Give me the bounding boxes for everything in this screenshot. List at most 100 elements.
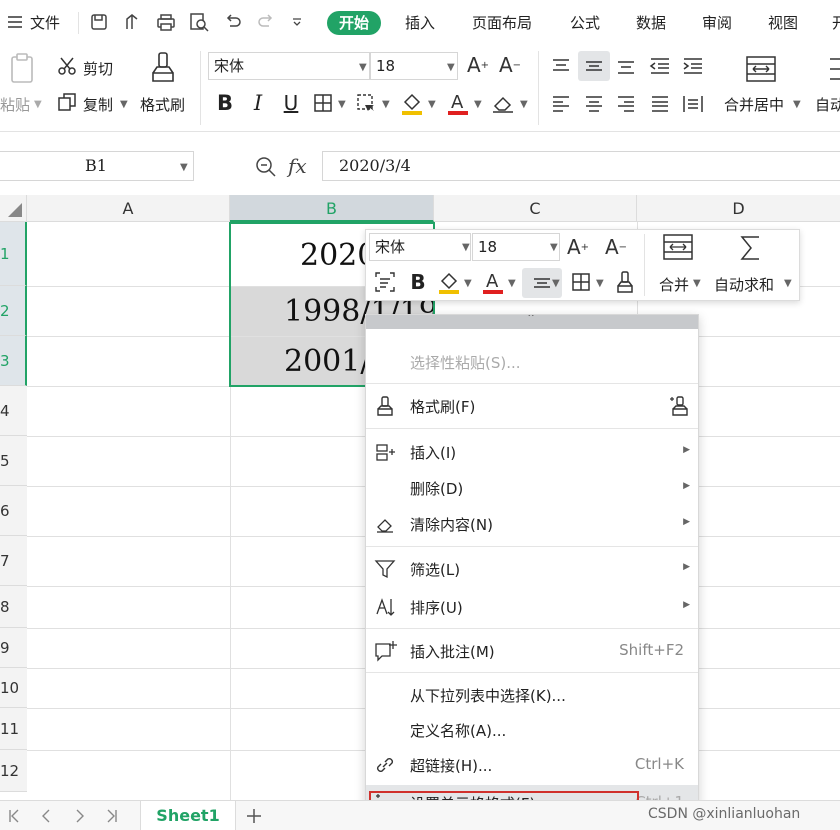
column-header-c[interactable]: C xyxy=(434,195,637,222)
row-header-7[interactable]: 7 xyxy=(0,536,27,586)
menu-item-delete[interactable]: 删除(D) ▶ xyxy=(366,471,698,505)
align-right-icon[interactable] xyxy=(613,91,639,117)
mini-increase-font-icon[interactable]: A + xyxy=(566,233,590,261)
row-header-3[interactable]: 3 xyxy=(0,336,27,386)
hamburger-icon[interactable] xyxy=(6,13,24,31)
menu-file[interactable]: 文件 xyxy=(30,11,60,35)
first-sheet-icon[interactable] xyxy=(6,807,22,825)
select-all-corner[interactable] xyxy=(0,195,27,222)
align-center-icon[interactable] xyxy=(581,91,607,117)
font-size-select[interactable]: 18 xyxy=(370,52,458,80)
align-middle-icon[interactable] xyxy=(578,51,610,81)
menu-item-define-name[interactable]: 定义名称(A)... xyxy=(366,713,698,747)
last-sheet-icon[interactable] xyxy=(104,807,120,825)
menu-item-paste-special[interactable]: 选择性粘贴(S)... xyxy=(366,345,698,379)
tab-data[interactable]: 数据 xyxy=(636,11,666,35)
special-format-icon[interactable] xyxy=(355,91,379,115)
column-header-b[interactable]: B xyxy=(230,195,434,222)
font-color-icon[interactable]: A xyxy=(445,89,471,117)
copy-button[interactable]: 复制 xyxy=(83,94,113,115)
row-header-12[interactable]: 12 xyxy=(0,750,27,792)
quick-access-dropdown-icon[interactable] xyxy=(289,14,305,30)
clear-format-icon[interactable] xyxy=(490,89,516,117)
tab-insert[interactable]: 插入 xyxy=(405,11,435,35)
mini-autosum-icon[interactable] xyxy=(736,233,766,263)
tab-more[interactable]: 开 xyxy=(832,11,840,35)
format-painter-button[interactable]: 格式刷 xyxy=(140,94,185,115)
tab-view[interactable]: 视图 xyxy=(768,11,798,35)
row-header-6[interactable]: 6 xyxy=(0,486,27,536)
underline-icon[interactable]: U xyxy=(280,90,302,116)
mini-format-painter-icon[interactable] xyxy=(613,268,637,296)
column-header-d[interactable]: D xyxy=(637,195,840,222)
merge-center-icon[interactable] xyxy=(743,53,779,85)
row-header-11[interactable]: 11 xyxy=(0,708,27,750)
merge-center-button[interactable]: 合并居中 xyxy=(724,94,784,115)
row-header-10[interactable]: 10 xyxy=(0,668,27,708)
mini-font-size-select[interactable]: 18 xyxy=(472,233,560,261)
menu-item-insert[interactable]: 插入(I) ▶ xyxy=(366,435,698,469)
row-header-1[interactable]: 1 xyxy=(0,222,27,286)
prev-sheet-icon[interactable] xyxy=(38,807,54,825)
mini-merge-icon[interactable] xyxy=(661,233,695,261)
scissors-icon[interactable] xyxy=(56,55,78,77)
paste-icon[interactable] xyxy=(5,51,41,85)
next-sheet-icon[interactable] xyxy=(72,807,88,825)
mini-border-icon[interactable] xyxy=(568,269,594,295)
align-top-icon[interactable] xyxy=(548,53,574,79)
menu-item-hyperlink[interactable]: 超链接(H)... Ctrl+K xyxy=(366,748,698,782)
align-bottom-icon[interactable] xyxy=(613,53,639,79)
add-sheet-icon[interactable] xyxy=(244,806,264,826)
mini-font-color-icon[interactable]: A xyxy=(480,268,506,296)
context-menu-scroll-up[interactable]: ⌃ xyxy=(366,315,698,329)
row-header-8[interactable]: 8 xyxy=(0,586,27,628)
redo-icon[interactable] xyxy=(255,11,277,33)
bold-icon[interactable]: B xyxy=(214,90,236,116)
increase-font-icon[interactable]: A + xyxy=(466,52,490,78)
tab-formulas[interactable]: 公式 xyxy=(570,11,600,35)
format-painter-icon[interactable] xyxy=(148,50,178,84)
print-icon[interactable] xyxy=(155,11,177,33)
copy-icon[interactable] xyxy=(56,91,78,113)
save-icon[interactable] xyxy=(88,11,110,33)
mini-wrap-icon[interactable] xyxy=(370,268,400,296)
mini-bold-icon[interactable]: B xyxy=(406,268,430,296)
row-header-5[interactable]: 5 xyxy=(0,436,27,486)
column-header-a[interactable]: A xyxy=(27,195,230,222)
increase-indent-icon[interactable] xyxy=(680,53,706,79)
format-painter-sticky-icon[interactable] xyxy=(668,395,692,417)
font-name-select[interactable]: 宋体 xyxy=(208,52,370,80)
fill-color-icon[interactable] xyxy=(399,89,425,117)
decrease-indent-icon[interactable] xyxy=(647,53,673,79)
mini-decrease-font-icon[interactable]: A − xyxy=(604,233,628,261)
undo-icon[interactable] xyxy=(222,11,244,33)
export-icon[interactable] xyxy=(121,11,143,33)
mini-merge-button[interactable]: 合并 xyxy=(659,274,689,295)
tab-review[interactable]: 审阅 xyxy=(702,11,732,35)
paste-button[interactable]: 粘贴 xyxy=(0,94,30,115)
italic-icon[interactable]: I xyxy=(247,90,269,116)
distributed-align-icon[interactable] xyxy=(680,91,706,117)
mini-fill-color-icon[interactable] xyxy=(436,268,462,296)
mini-font-name-select[interactable]: 宋体 xyxy=(369,233,471,261)
menu-item-insert-comment[interactable]: 插入批注(M) Shift+F2 xyxy=(366,634,698,668)
zoom-icon[interactable] xyxy=(254,155,278,179)
row-header-4[interactable]: 4 xyxy=(0,386,27,436)
fx-label[interactable]: fx xyxy=(288,154,307,178)
menu-item-sort[interactable]: 排序(U) ▶ xyxy=(366,590,698,624)
tab-home[interactable]: 开始 xyxy=(327,11,382,35)
sheet-tab-sheet1[interactable]: Sheet1 xyxy=(140,801,236,830)
menu-item-clear-contents[interactable]: 清除内容(N) ▶ xyxy=(366,507,698,541)
name-box[interactable]: B1 xyxy=(0,151,194,181)
border-icon[interactable] xyxy=(311,91,335,115)
row-header-9[interactable]: 9 xyxy=(0,628,27,668)
wrap-text-icon[interactable] xyxy=(826,53,840,85)
auto-wrap-button[interactable]: 自动 xyxy=(815,94,840,115)
menu-item-filter[interactable]: 筛选(L) ▶ xyxy=(366,552,698,586)
align-left-icon[interactable] xyxy=(548,91,574,117)
decrease-font-icon[interactable]: A − xyxy=(498,52,522,78)
tab-page-layout[interactable]: 页面布局 xyxy=(472,11,532,35)
print-preview-icon[interactable] xyxy=(188,11,210,33)
mini-autosum-button[interactable]: 自动求和 xyxy=(714,274,774,295)
justify-icon[interactable] xyxy=(647,91,673,117)
